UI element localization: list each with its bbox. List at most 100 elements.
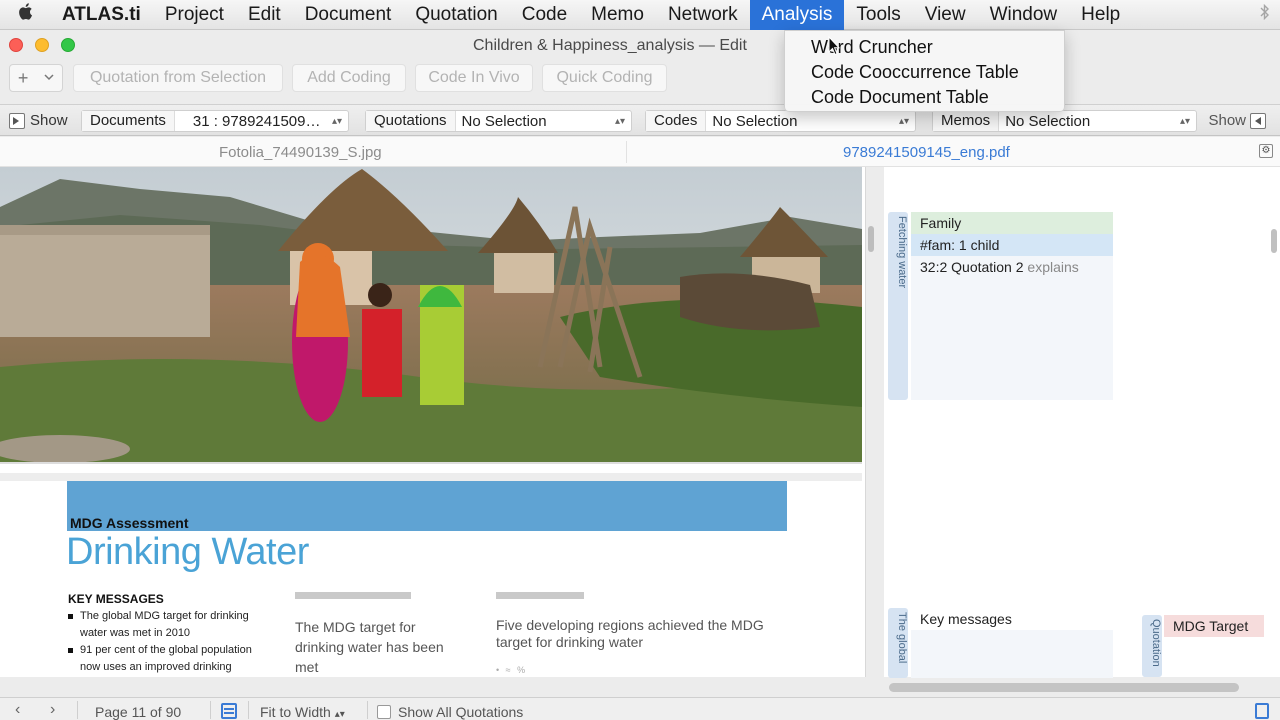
menu-memo[interactable]: Memo: [579, 0, 656, 30]
page-indicator[interactable]: Page 11 of 90: [95, 704, 181, 720]
menu-document[interactable]: Document: [293, 0, 404, 30]
code-box-key-messages: Key messages: [911, 608, 1113, 678]
code-mdg-target[interactable]: MDG Target: [1164, 615, 1264, 637]
quotation-from-selection-button[interactable]: Quotation from Selection: [73, 64, 283, 92]
stepper-icon: ▴▾: [331, 115, 342, 127]
next-page-icon[interactable]: ›: [50, 701, 55, 719]
margin-horizontal-scrollbar[interactable]: [889, 683, 1239, 692]
filter-bar: Show Documents 31 : 9789241509… ▴▾ Quota…: [0, 104, 1280, 136]
link-quotation-2[interactable]: 32:2 Quotation 2 explains: [911, 256, 1113, 278]
zoom-value: Fit to Width: [260, 704, 331, 720]
memos-value: No Selection: [1005, 112, 1091, 130]
memos-label: Memos: [933, 111, 1000, 131]
column-2-text: The MDG target for drinking water has be…: [295, 619, 444, 675]
divider: [367, 701, 368, 719]
document-scrollbar[interactable]: [868, 226, 874, 252]
window-title: Children & Happiness_analysis — Edit: [473, 37, 747, 54]
page-view-icon[interactable]: [221, 703, 237, 719]
show-right-label: Show: [1208, 112, 1246, 129]
minimize-window-button[interactable]: [35, 38, 49, 52]
stepper-icon: ▴▾: [614, 115, 625, 127]
quotation-bar-quotation[interactable]: Quotation: [1142, 615, 1162, 677]
document-photo: [0, 167, 862, 464]
menu-project[interactable]: Project: [153, 0, 236, 30]
menu-quotation[interactable]: Quotation: [403, 0, 509, 30]
quick-coding-button[interactable]: Quick Coding: [542, 64, 667, 92]
code-key-messages[interactable]: Key messages: [911, 608, 1113, 630]
quotations-value: No Selection: [461, 112, 547, 130]
show-all-quotations-checkbox[interactable]: [377, 705, 391, 719]
list-item: The global MDG target for drinking water…: [68, 608, 268, 642]
menu-tools[interactable]: Tools: [844, 0, 912, 30]
tab-options-icon[interactable]: ⚙: [1259, 144, 1273, 158]
toolbar: + Quotation from Selection Add Coding Co…: [0, 60, 1280, 98]
menu-window[interactable]: Window: [978, 0, 1070, 30]
column-rule: [496, 592, 584, 599]
stepper-icon: ▴▾: [334, 709, 345, 720]
quotations-label: Quotations: [366, 111, 456, 131]
margin-scrollbar[interactable]: [1271, 229, 1277, 253]
stepper-icon: ▴▾: [1179, 115, 1190, 127]
menu-item-code-cooccurrence-table[interactable]: Code Cooccurrence Table: [785, 60, 1064, 85]
document-viewer[interactable]: MDG Assessment Drinking Water KEY MESSAG…: [0, 167, 866, 677]
code-box-fetching-water: Family #fam: 1 child 32:2 Quotation 2 ex…: [911, 212, 1113, 400]
memos-selector[interactable]: Memos No Selection ▴▾: [932, 110, 1197, 132]
apple-icon[interactable]: [0, 2, 50, 27]
show-left-label: Show: [30, 112, 68, 129]
tab-image-document[interactable]: Fotolia_74490139_S.jpg: [219, 144, 382, 161]
partial-text: • ≈ %: [496, 665, 528, 675]
menu-item-word-cruncher[interactable]: Word Cruncher: [785, 35, 1064, 60]
close-window-button[interactable]: [9, 38, 23, 52]
link-quote-label: 32:2 Quotation 2: [920, 259, 1024, 275]
panel-toggle-icon[interactable]: [1255, 703, 1269, 719]
codes-value: No Selection: [712, 112, 798, 130]
stepper-icon: ▴▾: [898, 115, 909, 127]
link-relation-label: explains: [1027, 259, 1079, 275]
list-item: 91 per cent of the global population now…: [68, 642, 268, 676]
tab-pdf-document[interactable]: 9789241509145_eng.pdf: [843, 144, 1010, 161]
inspector-toggle-icon: [1250, 112, 1266, 129]
code-family[interactable]: Family: [911, 212, 1113, 234]
code-in-vivo-button[interactable]: Code In Vivo: [415, 64, 533, 92]
show-left-toggle[interactable]: Show: [9, 112, 68, 129]
code-fam-1-child[interactable]: #fam: 1 child: [911, 234, 1113, 256]
chevron-down-icon: [44, 72, 54, 84]
column-rule: [295, 592, 411, 599]
pdf-page: MDG Assessment Drinking Water KEY MESSAG…: [0, 481, 862, 677]
documents-label: Documents: [82, 111, 175, 131]
analysis-menu-dropdown: Word Cruncher Code Cooccurrence Table Co…: [784, 30, 1065, 112]
documents-value: 31 : 9789241509…: [192, 112, 321, 130]
menu-code[interactable]: Code: [510, 0, 579, 30]
column-3-text: Five developing regions achieved the MDG…: [496, 617, 764, 650]
show-right-toggle[interactable]: Show: [1208, 112, 1270, 129]
menu-analysis[interactable]: Analysis: [749, 0, 845, 30]
bluetooth-icon[interactable]: [1250, 3, 1280, 25]
codes-selector[interactable]: Codes No Selection ▴▾: [645, 110, 916, 132]
section-label: MDG Assessment: [70, 515, 189, 531]
menu-app-name[interactable]: ATLAS.ti: [50, 0, 153, 30]
menu-item-code-document-table[interactable]: Code Document Table: [785, 85, 1064, 110]
zoom-window-button[interactable]: [61, 38, 75, 52]
add-coding-button[interactable]: Add Coding: [292, 64, 406, 92]
menu-help[interactable]: Help: [1069, 0, 1132, 30]
divider: [77, 701, 78, 719]
show-all-quotations-label[interactable]: Show All Quotations: [398, 704, 523, 720]
menu-bar: ATLAS.ti Project Edit Document Quotation…: [0, 0, 1280, 30]
key-messages-list: The global MDG target for drinking water…: [68, 608, 268, 676]
code-box-mdg-target: MDG Target: [1164, 615, 1264, 677]
title-bar: Children & Happiness_analysis — Edit: [0, 31, 1280, 59]
menu-network[interactable]: Network: [656, 0, 750, 30]
menu-view[interactable]: View: [913, 0, 978, 30]
sidebar-toggle-icon: [9, 112, 25, 129]
previous-page-icon[interactable]: ‹: [15, 701, 20, 719]
document-tab-row: Fotolia_74490139_S.jpg 9789241509145_eng…: [0, 137, 1280, 167]
quotation-bar-fetching-water[interactable]: Fetching water: [888, 212, 908, 400]
documents-selector[interactable]: Documents 31 : 9789241509… ▴▾: [81, 110, 349, 132]
margin-area: Fetching water Family #fam: 1 child 32:2…: [884, 167, 1280, 678]
zoom-selector[interactable]: Fit to Width ▴▾: [260, 704, 345, 720]
menu-edit[interactable]: Edit: [236, 0, 293, 30]
quotations-selector[interactable]: Quotations No Selection ▴▾: [365, 110, 632, 132]
quotation-bar-the-global[interactable]: The global: [888, 608, 908, 678]
document-title: Drinking Water: [66, 531, 309, 573]
add-document-button[interactable]: +: [9, 64, 63, 92]
